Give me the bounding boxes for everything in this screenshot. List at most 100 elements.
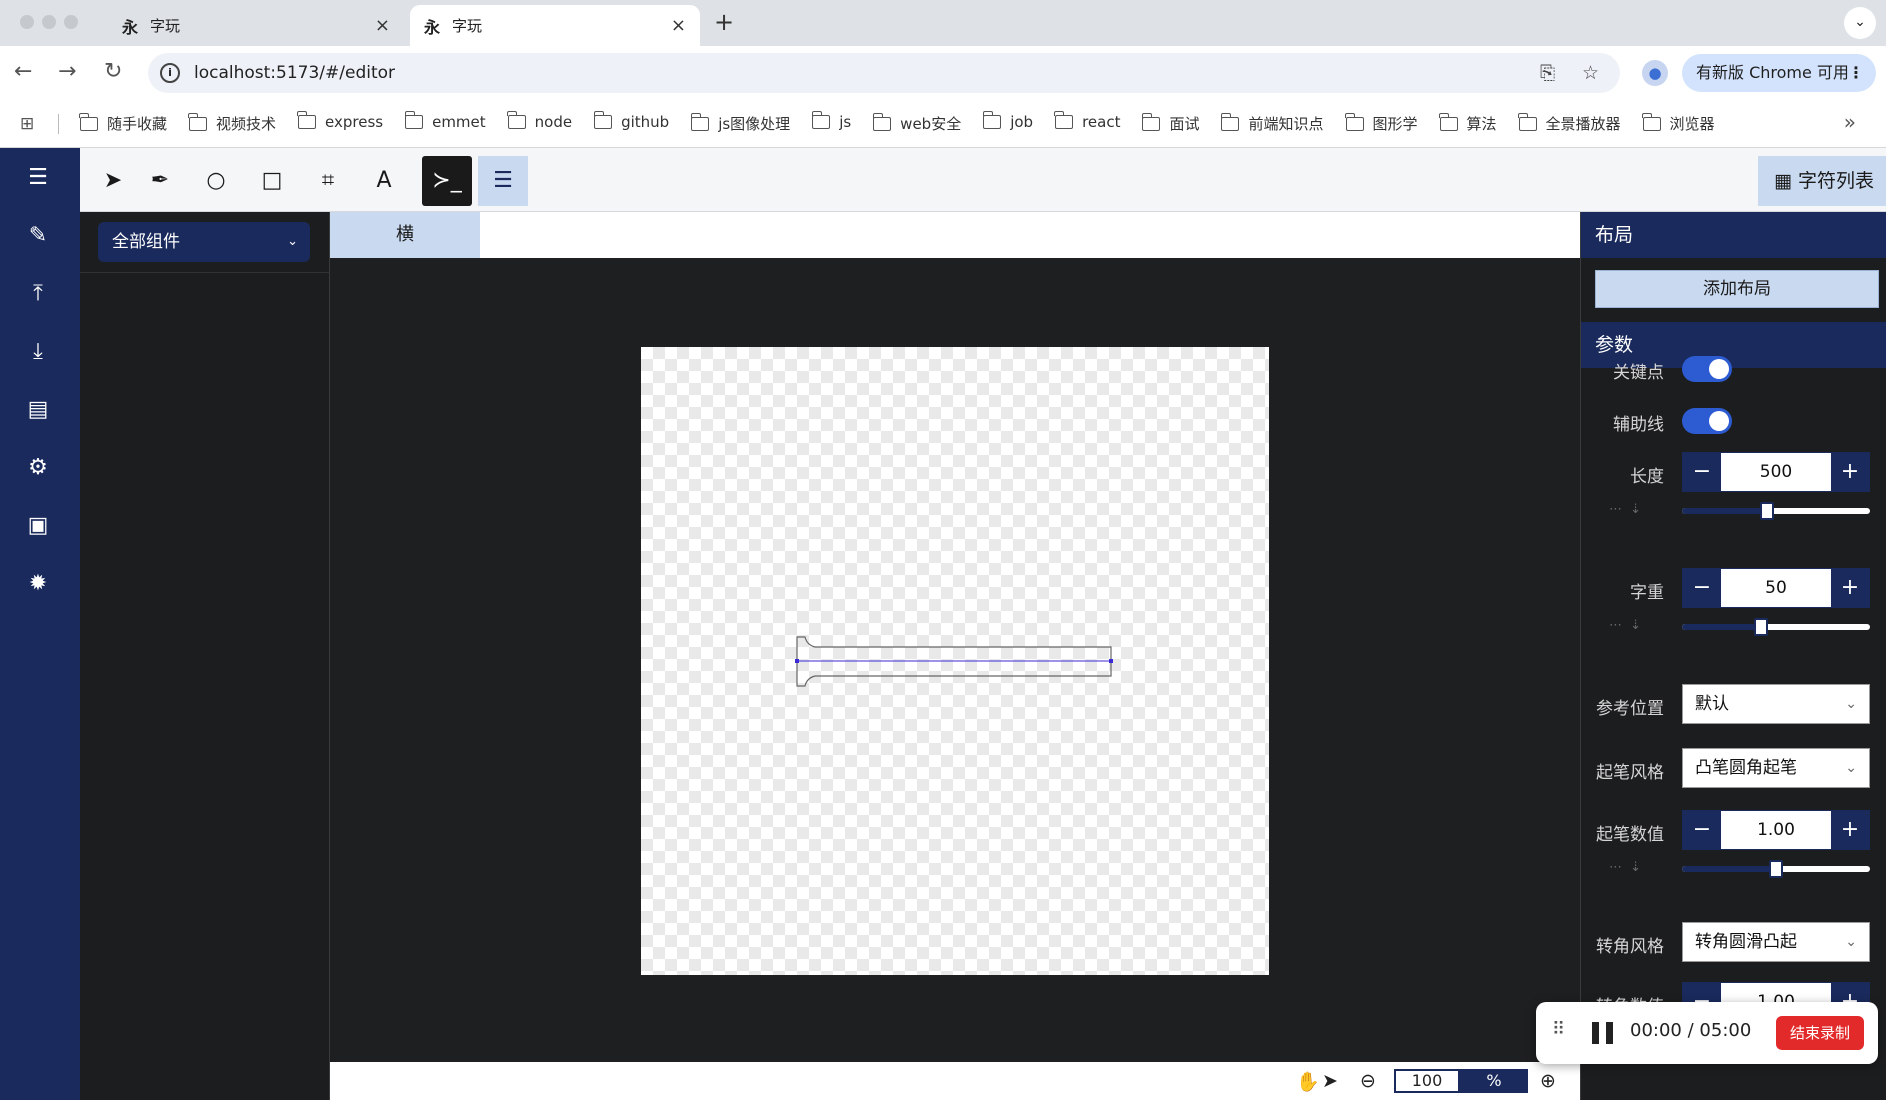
tab-horizontal-stroke[interactable]: 横	[330, 212, 480, 258]
pause-icon[interactable]	[1592, 1022, 1614, 1044]
weight-value[interactable]: 50	[1721, 569, 1831, 607]
translate-icon[interactable]: ⎘	[1540, 62, 1555, 84]
slider-thumb[interactable]	[1769, 860, 1783, 878]
folder-icon	[982, 111, 1002, 129]
rectangle-icon[interactable]: □	[247, 156, 297, 206]
drag-handle-icon[interactable]: ⠿	[1552, 1019, 1565, 1040]
bookmark-folder[interactable]: js	[811, 111, 851, 131]
ref-pos-select[interactable]: 默认 ⌄	[1682, 684, 1870, 724]
tab-close-icon[interactable]: ×	[671, 15, 686, 36]
browser-tab-2-active[interactable]: 永 字玩 ×	[410, 5, 700, 46]
chevron-down-icon: ⌄	[1845, 760, 1857, 776]
start-value-slider-options-icon[interactable]: ⋯ ⇣	[1609, 860, 1643, 875]
download-icon[interactable]: ⤓	[22, 336, 54, 368]
zoom-out-icon[interactable]: ⊖	[1360, 1070, 1376, 1092]
length-slider-options-icon[interactable]: ⋯ ⇣	[1609, 502, 1643, 517]
bookmark-folder[interactable]: job	[982, 111, 1033, 131]
bookmark-folder[interactable]: 全景播放器	[1517, 112, 1621, 134]
start-value-stepper[interactable]: − 1.00 +	[1682, 810, 1870, 850]
bookmark-star-icon[interactable]: ☆	[1582, 62, 1599, 84]
start-value-slider[interactable]	[1682, 860, 1870, 878]
weight-slider[interactable]	[1682, 618, 1870, 636]
bookmark-folder[interactable]: github	[593, 111, 669, 131]
terminal-icon[interactable]: ≻_	[422, 156, 472, 206]
reload-icon[interactable]: ↻	[104, 60, 122, 84]
forward-arrow-icon[interactable]: →	[58, 60, 76, 84]
stop-recording-button[interactable]: 结束录制	[1776, 1016, 1864, 1050]
clipboard-icon[interactable]: ▣	[22, 510, 54, 542]
start-value-value[interactable]: 1.00	[1721, 811, 1831, 849]
zoom-input[interactable]: 100	[1394, 1069, 1460, 1093]
polygon-icon[interactable]: ⌗	[303, 156, 353, 206]
weight-slider-options-icon[interactable]: ⋯ ⇣	[1609, 618, 1643, 633]
guide-toggle[interactable]	[1682, 408, 1732, 434]
panel-divider	[80, 272, 330, 273]
keypoint-toggle[interactable]	[1682, 356, 1732, 382]
window-zoom-dot[interactable]	[64, 15, 78, 29]
weight-plus-button[interactable]: +	[1831, 569, 1869, 607]
pen-icon[interactable]: ✒	[135, 156, 185, 206]
bookmark-folder[interactable]: 图形学	[1344, 112, 1418, 134]
bookmark-folder[interactable]: 前端知识点	[1220, 112, 1324, 134]
chrome-menu-icon[interactable]: ⋮	[1848, 54, 1864, 92]
address-bar[interactable]: i localhost:5173/#/editor ⎘ ☆	[148, 53, 1620, 93]
zoom-in-icon[interactable]: ⊕	[1540, 1070, 1556, 1092]
start-style-select[interactable]: 凸笔圆角起笔 ⌄	[1682, 748, 1870, 788]
bookmark-folder[interactable]: emmet	[404, 111, 486, 131]
start-value-minus-button[interactable]: −	[1683, 811, 1721, 849]
length-stepper[interactable]: − 500 +	[1682, 452, 1870, 492]
window-close-dot[interactable]	[20, 15, 34, 29]
apps-grid-icon[interactable]: ⊞	[20, 114, 34, 134]
site-info-icon[interactable]: i	[160, 63, 180, 83]
tab-search-button[interactable]: ⌄	[1844, 7, 1876, 39]
ellipse-icon[interactable]: ○	[191, 156, 241, 206]
bookmark-folder[interactable]: 随手收藏	[79, 112, 167, 134]
settings-outline-icon[interactable]: ⚙	[22, 452, 54, 484]
stroke-preview[interactable]	[641, 347, 1269, 975]
tab-close-icon[interactable]: ×	[375, 15, 390, 36]
component-filter-select[interactable]: 全部组件 ⌄	[98, 222, 310, 262]
length-minus-button[interactable]: −	[1683, 453, 1721, 491]
add-layout-button[interactable]: 添加布局	[1595, 270, 1879, 308]
hand-pan-icon[interactable]: ✋	[1296, 1070, 1320, 1093]
slider-thumb[interactable]	[1759, 502, 1774, 520]
edit-icon[interactable]: ✎	[22, 220, 54, 252]
bookmark-folder[interactable]: 浏览器	[1641, 112, 1715, 134]
weight-stepper[interactable]: − 50 +	[1682, 568, 1870, 608]
bookmark-folder[interactable]: web安全	[872, 112, 961, 134]
start-style-label: 起笔风格	[1596, 763, 1664, 783]
bookmark-folder[interactable]: 面试	[1141, 112, 1199, 134]
url-text[interactable]: localhost:5173/#/editor	[194, 63, 395, 83]
start-value-plus-button[interactable]: +	[1831, 811, 1869, 849]
settings-solid-icon[interactable]: ✹	[22, 568, 54, 600]
document-icon[interactable]: ▤	[22, 394, 54, 426]
pointer-icon[interactable]: ➤	[1322, 1070, 1338, 1092]
bookmark-folder[interactable]: express	[297, 111, 383, 131]
new-tab-button[interactable]: +	[714, 8, 734, 36]
bookmark-folder[interactable]: 算法	[1438, 112, 1497, 134]
profile-avatar-icon[interactable]: ●	[1642, 60, 1668, 86]
slider-thumb[interactable]	[1753, 618, 1768, 636]
bookmark-folder[interactable]: react	[1054, 111, 1120, 131]
bookmark-folder[interactable]: node	[507, 111, 572, 131]
weight-minus-button[interactable]: −	[1683, 569, 1721, 607]
length-plus-button[interactable]: +	[1831, 453, 1869, 491]
length-slider[interactable]	[1682, 502, 1870, 520]
bookmark-folder[interactable]: js图像处理	[690, 112, 790, 134]
back-arrow-icon[interactable]: ←	[14, 60, 32, 84]
sliders-icon[interactable]: ☰	[478, 156, 528, 206]
select-arrow-icon[interactable]: ➤	[88, 156, 138, 206]
text-icon[interactable]: A	[359, 156, 409, 206]
window-minimize-dot[interactable]	[42, 15, 56, 29]
corner-style-select[interactable]: 转角圆滑凸起 ⌄	[1682, 922, 1870, 962]
folder-icon	[297, 111, 317, 129]
browser-tab-1[interactable]: 永 字玩 ×	[108, 5, 404, 46]
glyph-canvas[interactable]	[641, 347, 1269, 975]
length-value[interactable]: 500	[1721, 453, 1831, 491]
bookmark-folder[interactable]: 视频技术	[188, 112, 276, 134]
chrome-update-button[interactable]: 有新版 Chrome 可用 ⋮	[1682, 54, 1876, 92]
char-list-button[interactable]: ▦ 字符列表	[1758, 156, 1886, 206]
upload-icon[interactable]: ⤒	[22, 278, 54, 310]
layers-icon[interactable]: ☰	[22, 162, 54, 194]
bookmarks-overflow-icon[interactable]: »	[1844, 110, 1856, 134]
